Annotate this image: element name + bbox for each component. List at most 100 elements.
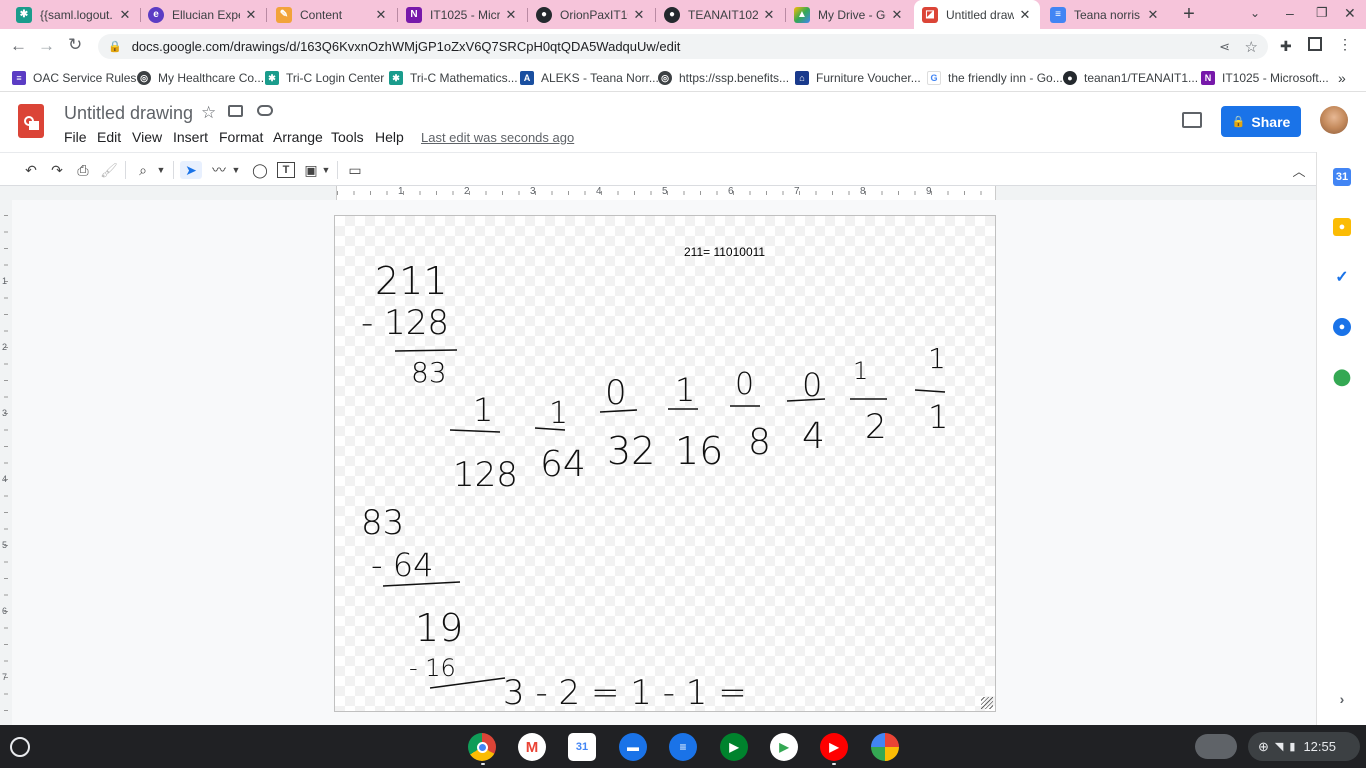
image-icon[interactable]: ▣ [302, 161, 320, 179]
share-page-icon[interactable]: ⋖ [1219, 39, 1230, 55]
close-icon[interactable]: ✕ [762, 7, 776, 23]
tab-teana-norris-doc[interactable]: ≡ Teana norris C ✕ [1042, 0, 1168, 29]
tab-my-drive[interactable]: ▲ My Drive - Goo ✕ [786, 0, 912, 29]
extensions-puzzle-icon[interactable]: ✚ [1280, 38, 1292, 55]
bookmark-it1025[interactable]: N IT1025 - Microsoft... [1201, 64, 1329, 92]
redo-icon[interactable]: ↷ [48, 161, 66, 179]
shape-icon[interactable]: ◯ [251, 161, 269, 179]
photos-app-icon[interactable] [871, 733, 899, 761]
tab-untitled-drawing[interactable]: ◪ Untitled drawi ✕ [914, 0, 1040, 29]
add-comment-icon[interactable]: ▭ [346, 161, 364, 179]
close-icon[interactable]: ✕ [244, 7, 258, 23]
zoom-dropdown-chevron-icon[interactable]: ▼ [155, 161, 167, 179]
google-icon: G [927, 71, 941, 85]
reload-icon[interactable]: ↻ [68, 35, 82, 55]
new-tab-plus-icon[interactable]: + [1178, 3, 1200, 25]
bookmark-furniture[interactable]: ⌂ Furniture Voucher... [795, 64, 921, 92]
restore-icon[interactable]: ❐ [1316, 5, 1328, 21]
address-bar[interactable]: 🔒 docs.google.com/drawings/d/163Q6KvxnOz… [98, 34, 1268, 59]
contacts-icon[interactable]: ● [1333, 318, 1351, 336]
undo-icon[interactable]: ↶ [22, 161, 40, 179]
menu-format[interactable]: Format [219, 129, 263, 145]
youtube-app-icon[interactable]: ▶ [820, 733, 848, 761]
menu-arrange[interactable]: Arrange [273, 129, 323, 145]
bookmark-friendly-inn[interactable]: Gthe friendly inn - Go... [927, 64, 1063, 92]
close-icon[interactable]: ✕ [374, 7, 388, 23]
image-dropdown-chevron-icon[interactable]: ▼ [320, 161, 332, 179]
last-edit-link[interactable]: Last edit was seconds ago [421, 130, 574, 145]
cloud-status-icon[interactable] [257, 105, 273, 116]
bookmark-healthcare[interactable]: ◎ My Healthcare Co... [137, 64, 264, 92]
tab-search-chevron-icon[interactable]: ⌄ [1250, 6, 1260, 20]
star-icon[interactable]: ☆ [201, 103, 216, 123]
maps-pin-icon[interactable]: ⬤ [1333, 368, 1351, 386]
tasks-icon[interactable]: ✓ [1333, 268, 1351, 286]
tab-teanait1025[interactable]: ● TEANAIT1025 ✕ [656, 0, 784, 29]
url-text[interactable]: docs.google.com/drawings/d/163Q6KvxnOzhW… [132, 39, 681, 54]
comments-icon[interactable] [1182, 112, 1202, 128]
close-icon[interactable]: ✕ [1146, 7, 1160, 23]
menu-tools[interactable]: Tools [331, 129, 364, 145]
forward-arrow-icon[interactable]: → [38, 36, 55, 56]
bookmark-github-teana[interactable]: ● teanan1/TEANAIT1... [1063, 64, 1198, 92]
tab-saml-logout[interactable]: ✱ {{saml.logout. ✕ [8, 0, 140, 29]
back-arrow-icon[interactable]: ← [10, 36, 27, 56]
line-dropdown-chevron-icon[interactable]: ▼ [230, 161, 242, 179]
meet-app-icon[interactable]: ▶ [720, 733, 748, 761]
menu-file[interactable]: File [64, 129, 87, 145]
ruler-label: 7 [794, 186, 800, 197]
more-menu-icon[interactable]: ⋮ [1338, 36, 1352, 53]
tab-ellucian[interactable]: e Ellucian Exper ✕ [140, 0, 266, 29]
drawings-logo-icon[interactable] [18, 104, 44, 138]
bookmark-oac[interactable]: ≡ OAC Service Rules [12, 64, 136, 92]
close-icon[interactable]: ✕ [118, 7, 132, 23]
tab-it1025-onenote[interactable]: N IT1025 - Micro ✕ [398, 0, 526, 29]
bookmark-aleks[interactable]: A ALEKS - Teana Norr... [520, 64, 659, 92]
share-button[interactable]: 🔒 Share [1221, 106, 1301, 137]
gmail-app-icon[interactable]: M [518, 733, 546, 761]
move-folder-icon[interactable] [228, 105, 243, 117]
tab-orionpax[interactable]: ● OrionPaxIT102 ✕ [528, 0, 654, 29]
drawing-canvas[interactable]: 211= 11010011 211 - 128 83 1 128 1 64 0 … [334, 215, 996, 713]
menu-edit[interactable]: Edit [97, 129, 121, 145]
line-scribble-icon[interactable]: 〰 [210, 161, 228, 179]
bookmark-star-icon[interactable]: ☆ [1245, 38, 1258, 56]
side-panel-icon[interactable] [1308, 37, 1322, 51]
menu-insert[interactable]: Insert [173, 129, 208, 145]
print-icon[interactable]: ⎙ [74, 161, 92, 179]
paint-format-icon[interactable]: 🖌 [100, 161, 118, 179]
bookmark-tric-login[interactable]: ✱ Tri-C Login Center [265, 64, 384, 92]
avatar[interactable] [1320, 106, 1348, 134]
chrome-app-icon[interactable] [468, 733, 496, 761]
furniture-icon: ⌂ [795, 71, 809, 85]
tric-icon: ✱ [389, 71, 403, 85]
bookmark-tric-math[interactable]: ✱ Tri-C Mathematics... [389, 64, 518, 92]
calendar-app-icon[interactable]: 31 [568, 733, 596, 761]
window-close-icon[interactable]: ✕ [1344, 5, 1356, 22]
play-store-app-icon[interactable]: ▶ [770, 733, 798, 761]
launcher-icon[interactable] [10, 737, 30, 757]
close-icon[interactable]: ✕ [890, 7, 904, 23]
menu-view[interactable]: View [132, 129, 162, 145]
close-icon[interactable]: ✕ [1018, 7, 1032, 23]
more-bookmarks-chevron-icon[interactable]: » [1338, 64, 1346, 92]
bookmark-ssp[interactable]: ◎ https://ssp.benefits... [658, 64, 789, 92]
zoom-icon[interactable]: ⌕ [134, 161, 152, 179]
close-icon[interactable]: ✕ [632, 7, 646, 23]
menu-help[interactable]: Help [375, 129, 404, 145]
calendar-icon[interactable]: 31 [1333, 168, 1351, 186]
tab-content[interactable]: ✎ Content ✕ [268, 0, 396, 29]
collapse-toolbar-chevron-icon[interactable]: ︿ [1290, 161, 1308, 179]
status-tray[interactable]: ⊕ ◥ ▮ 12:55 [1248, 732, 1360, 761]
messages-app-icon[interactable]: ≡ [669, 733, 697, 761]
keep-icon[interactable]: ● [1333, 218, 1351, 236]
holding-space-tray[interactable] [1195, 734, 1237, 759]
document-title[interactable]: Untitled drawing [64, 103, 193, 124]
resize-handle-icon[interactable] [981, 697, 993, 709]
text-box-icon[interactable]: T [277, 162, 295, 178]
minimize-icon[interactable]: – [1286, 5, 1294, 21]
files-app-icon[interactable]: ▬ [619, 733, 647, 761]
close-icon[interactable]: ✕ [504, 7, 518, 23]
expand-panel-chevron-icon[interactable]: › [1333, 690, 1351, 708]
select-arrow-icon[interactable]: ➤ [180, 161, 202, 179]
